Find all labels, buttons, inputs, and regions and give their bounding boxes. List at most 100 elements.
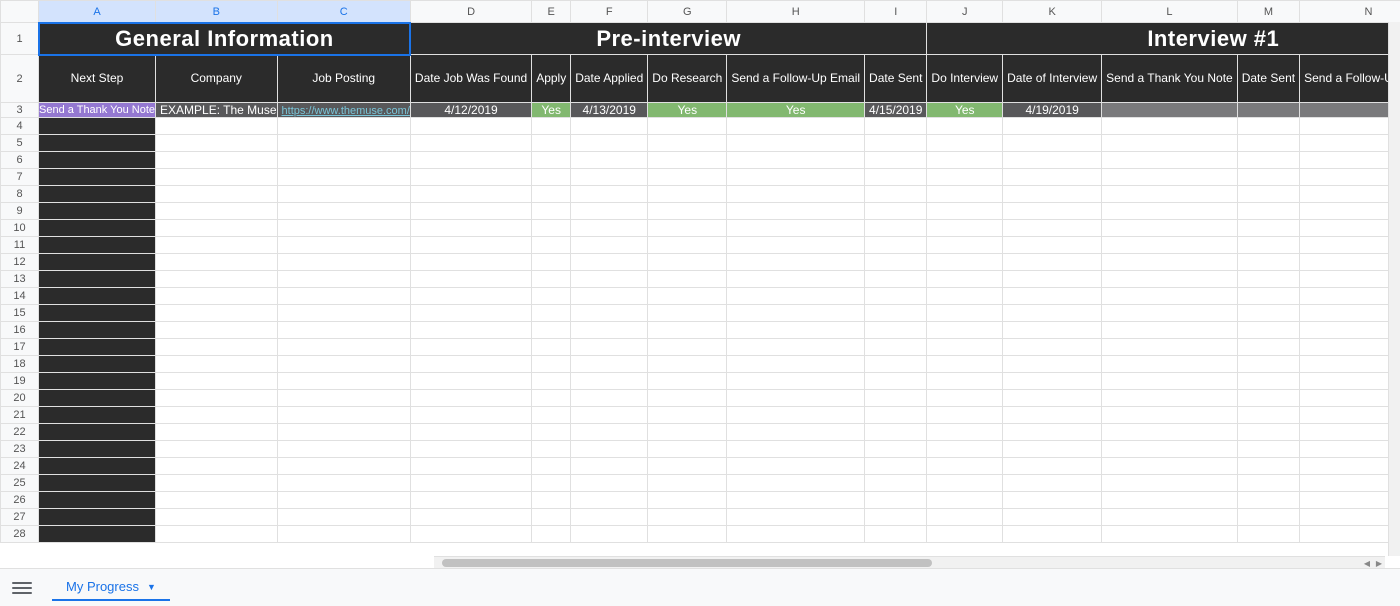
cell-empty[interactable]	[156, 254, 278, 271]
cell-empty[interactable]	[1300, 356, 1400, 373]
col-header-g[interactable]: G	[648, 1, 727, 23]
cell-empty[interactable]	[1300, 288, 1400, 305]
cell-empty[interactable]	[532, 458, 571, 475]
cell-empty[interactable]	[648, 305, 727, 322]
cell-empty[interactable]	[277, 390, 410, 407]
cell-empty[interactable]	[532, 390, 571, 407]
cell-empty[interactable]	[927, 169, 1003, 186]
cell-empty[interactable]	[571, 152, 648, 169]
row-header-23[interactable]: 23	[1, 441, 39, 458]
cell-empty[interactable]	[156, 441, 278, 458]
col-header-l[interactable]: L	[1102, 1, 1238, 23]
row-header-7[interactable]: 7	[1, 169, 39, 186]
cell-empty[interactable]	[648, 407, 727, 424]
cell-empty[interactable]	[1003, 254, 1102, 271]
cell-empty[interactable]	[571, 475, 648, 492]
cell-empty[interactable]	[156, 186, 278, 203]
cell-empty[interactable]	[648, 492, 727, 509]
cell-g3[interactable]: Yes	[648, 103, 727, 118]
cell-empty[interactable]	[39, 441, 156, 458]
row-header-25[interactable]: 25	[1, 475, 39, 492]
header-apply[interactable]: Apply	[532, 55, 571, 103]
cell-empty[interactable]	[571, 407, 648, 424]
header-date-sent-1[interactable]: Date Sent	[865, 55, 927, 103]
cell-empty[interactable]	[727, 424, 865, 441]
cell-empty[interactable]	[39, 407, 156, 424]
cell-empty[interactable]	[571, 509, 648, 526]
col-header-m[interactable]: M	[1237, 1, 1299, 23]
cell-empty[interactable]	[1102, 254, 1238, 271]
row-header-13[interactable]: 13	[1, 271, 39, 288]
cell-empty[interactable]	[727, 135, 865, 152]
cell-empty[interactable]	[727, 509, 865, 526]
cell-n3[interactable]	[1300, 103, 1400, 118]
cell-empty[interactable]	[1003, 271, 1102, 288]
col-header-i[interactable]: I	[865, 1, 927, 23]
cell-empty[interactable]	[1300, 203, 1400, 220]
cell-empty[interactable]	[156, 526, 278, 543]
cell-empty[interactable]	[927, 339, 1003, 356]
cell-empty[interactable]	[571, 322, 648, 339]
cell-empty[interactable]	[1003, 526, 1102, 543]
cell-empty[interactable]	[571, 288, 648, 305]
cell-empty[interactable]	[532, 169, 571, 186]
cell-empty[interactable]	[1102, 492, 1238, 509]
cell-empty[interactable]	[1003, 339, 1102, 356]
header-send-followup-2[interactable]: Send a Follow-Up Email	[1300, 55, 1400, 103]
cell-empty[interactable]	[648, 118, 727, 135]
cell-empty[interactable]	[927, 271, 1003, 288]
cell-empty[interactable]	[277, 254, 410, 271]
cell-empty[interactable]	[865, 424, 927, 441]
cell-empty[interactable]	[156, 509, 278, 526]
cell-empty[interactable]	[410, 373, 531, 390]
cell-empty[interactable]	[727, 492, 865, 509]
cell-empty[interactable]	[571, 203, 648, 220]
cell-empty[interactable]	[1237, 237, 1299, 254]
col-header-h[interactable]: H	[727, 1, 865, 23]
cell-empty[interactable]	[1300, 458, 1400, 475]
cell-empty[interactable]	[1102, 152, 1238, 169]
cell-empty[interactable]	[410, 254, 531, 271]
cell-empty[interactable]	[927, 203, 1003, 220]
cell-empty[interactable]	[727, 356, 865, 373]
cell-empty[interactable]	[865, 118, 927, 135]
cell-empty[interactable]	[532, 305, 571, 322]
cell-empty[interactable]	[865, 288, 927, 305]
cell-empty[interactable]	[865, 254, 927, 271]
col-header-c[interactable]: C	[277, 1, 410, 23]
cell-empty[interactable]	[1102, 305, 1238, 322]
cell-empty[interactable]	[39, 339, 156, 356]
cell-empty[interactable]	[277, 526, 410, 543]
header-do-research[interactable]: Do Research	[648, 55, 727, 103]
cell-empty[interactable]	[727, 220, 865, 237]
cell-empty[interactable]	[410, 441, 531, 458]
header-send-thankyou[interactable]: Send a Thank You Note	[1102, 55, 1238, 103]
cell-empty[interactable]	[1003, 424, 1102, 441]
header-date-applied[interactable]: Date Applied	[571, 55, 648, 103]
cell-empty[interactable]	[277, 186, 410, 203]
cell-empty[interactable]	[1300, 475, 1400, 492]
cell-empty[interactable]	[39, 356, 156, 373]
cell-empty[interactable]	[1102, 458, 1238, 475]
cell-empty[interactable]	[727, 526, 865, 543]
cell-empty[interactable]	[1102, 441, 1238, 458]
row-header-9[interactable]: 9	[1, 203, 39, 220]
cell-empty[interactable]	[865, 356, 927, 373]
cell-empty[interactable]	[1237, 203, 1299, 220]
cell-empty[interactable]	[571, 169, 648, 186]
all-sheets-icon[interactable]	[12, 578, 32, 598]
cell-empty[interactable]	[927, 254, 1003, 271]
cell-empty[interactable]	[156, 169, 278, 186]
cell-empty[interactable]	[532, 526, 571, 543]
cell-empty[interactable]	[39, 271, 156, 288]
cell-empty[interactable]	[532, 152, 571, 169]
cell-empty[interactable]	[156, 152, 278, 169]
cell-f3[interactable]: 4/13/2019	[571, 103, 648, 118]
cell-empty[interactable]	[1102, 203, 1238, 220]
header-do-interview[interactable]: Do Interview	[927, 55, 1003, 103]
cell-empty[interactable]	[1003, 186, 1102, 203]
cell-empty[interactable]	[1300, 390, 1400, 407]
section-general[interactable]: General Information	[39, 23, 411, 55]
cell-empty[interactable]	[277, 509, 410, 526]
cell-empty[interactable]	[156, 118, 278, 135]
